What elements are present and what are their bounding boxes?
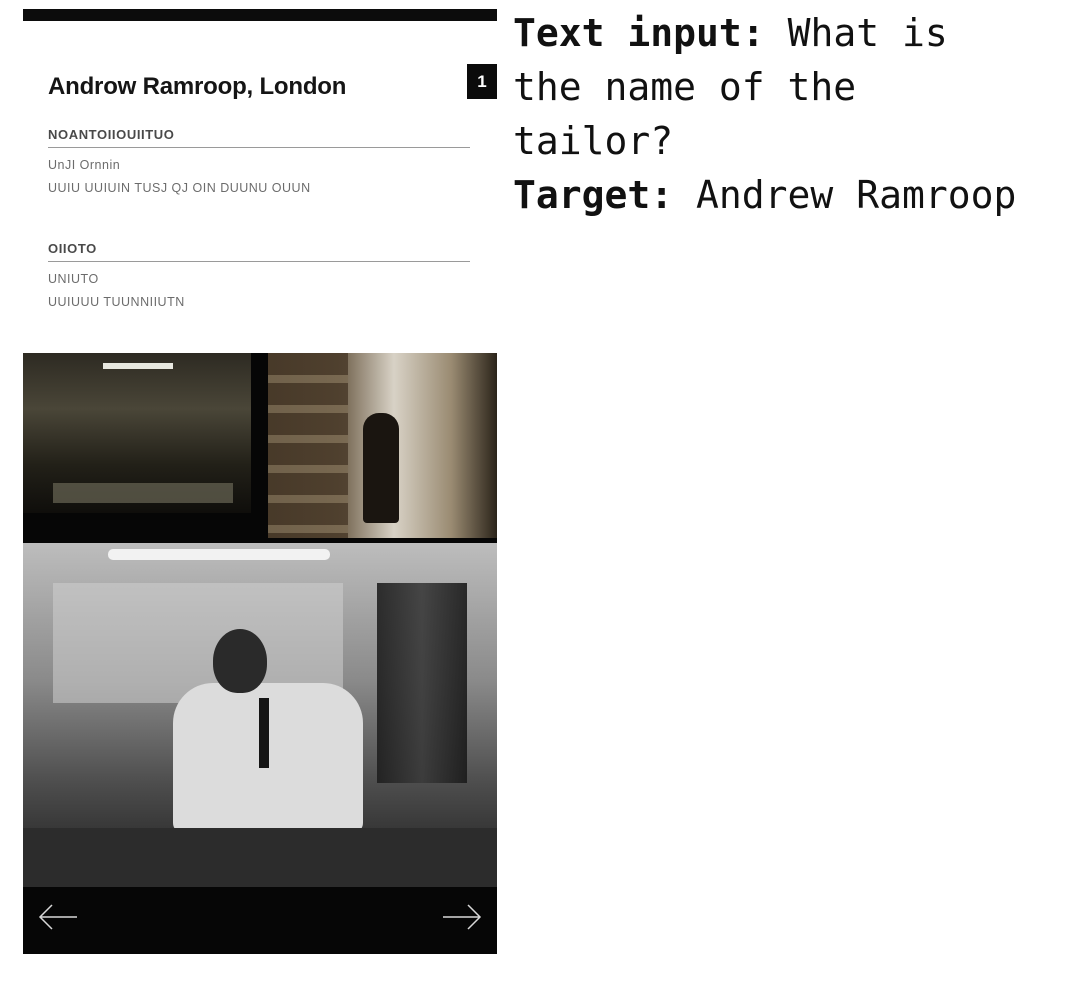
target-label: Target: <box>513 173 674 217</box>
tailor-profile-card: Androw Ramroop, London 1 NOANTOIIOUIITUO… <box>23 9 497 954</box>
building <box>268 353 348 538</box>
target-value: Andrew Ramroop <box>696 173 1017 217</box>
workshop-photo[interactable] <box>23 353 251 513</box>
section-line: UNIUTO <box>48 272 99 286</box>
caption-line: Target: Andrew Ramroop <box>513 168 1073 222</box>
workbench <box>53 483 233 503</box>
tailor-head <box>213 629 267 693</box>
section-heading: NOANTOIIOUIITUO <box>48 127 175 142</box>
tailor-main-photo[interactable] <box>23 543 497 887</box>
section-line: UnJI Ornnin <box>48 158 121 172</box>
ceiling-lamp <box>108 549 330 560</box>
question-part: What is <box>787 11 948 55</box>
ceiling-light <box>103 363 173 369</box>
caption-line: Text input: What is <box>513 6 1073 60</box>
page-badge[interactable]: 1 <box>467 64 497 99</box>
section-line: UUIU UUIUIN TUSJ QJ OIN DUUNU OUUN <box>48 181 311 195</box>
previous-arrow-icon[interactable] <box>37 902 79 932</box>
cutting-table <box>23 828 497 887</box>
photo-gallery <box>23 353 497 954</box>
info-section-1: NOANTOIIOUIITUO UnJI Ornnin UUIU UUIUIN … <box>48 125 470 200</box>
text-input-label: Text input: <box>513 11 765 55</box>
person-silhouette <box>363 413 399 523</box>
page-title: Androw Ramroop, London <box>48 73 347 100</box>
divider <box>48 261 470 262</box>
info-section-2: OIIOTO UNIUTO UUIUUU TUUNNIIUTN <box>48 239 470 314</box>
screenshot-canvas: Androw Ramroop, London 1 NOANTOIIOUIITUO… <box>0 0 1080 989</box>
question-line: the name of the <box>513 65 857 109</box>
question-line: tailor? <box>513 119 674 163</box>
title-row: Androw Ramroop, London 1 <box>48 64 497 109</box>
next-arrow-icon[interactable] <box>441 902 483 932</box>
tailor-tie <box>259 698 269 768</box>
section-heading: OIIOTO <box>48 241 97 256</box>
section-line: UUIUUU TUUNNIIUTN <box>48 295 185 309</box>
hanging-coats <box>377 583 467 783</box>
qa-caption: Text input: What is the name of the tail… <box>513 6 1073 222</box>
divider <box>48 147 470 148</box>
top-bar <box>23 9 497 21</box>
street-photo[interactable] <box>268 353 497 538</box>
